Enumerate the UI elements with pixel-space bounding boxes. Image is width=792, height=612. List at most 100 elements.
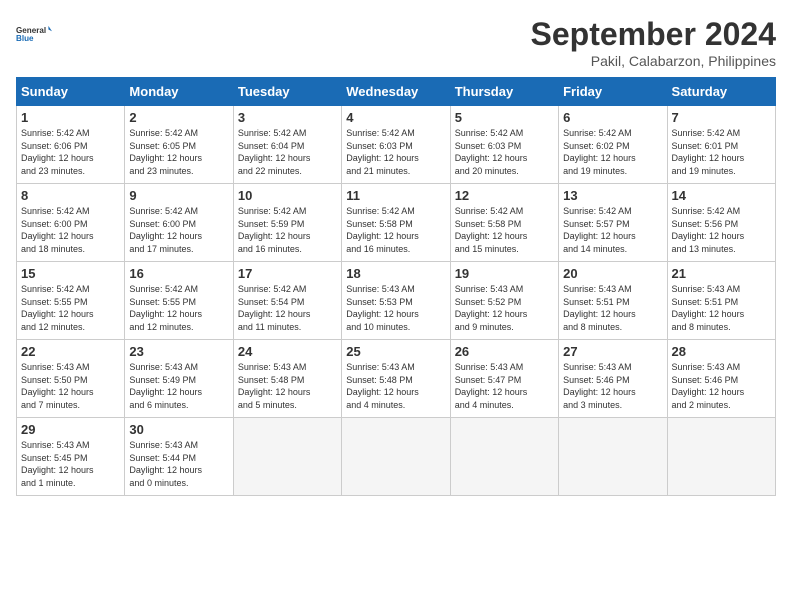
day-info: Sunrise: 5:42 AM Sunset: 6:05 PM Dayligh… [129, 127, 228, 177]
svg-text:General: General [16, 26, 46, 35]
day-number: 27 [563, 344, 662, 359]
day-number: 9 [129, 188, 228, 203]
calendar-day-cell: 6 Sunrise: 5:42 AM Sunset: 6:02 PM Daylig… [559, 106, 667, 184]
calendar-day-cell [233, 418, 341, 496]
calendar-day-cell: 16 Sunrise: 5:42 AM Sunset: 5:55 PM Dayli… [125, 262, 233, 340]
calendar-day-cell: 19 Sunrise: 5:43 AM Sunset: 5:52 PM Dayli… [450, 262, 558, 340]
day-number: 16 [129, 266, 228, 281]
day-info: Sunrise: 5:43 AM Sunset: 5:51 PM Dayligh… [563, 283, 662, 333]
day-info: Sunrise: 5:43 AM Sunset: 5:48 PM Dayligh… [346, 361, 445, 411]
day-number: 26 [455, 344, 554, 359]
day-info: Sunrise: 5:42 AM Sunset: 6:00 PM Dayligh… [21, 205, 120, 255]
day-number: 17 [238, 266, 337, 281]
day-info: Sunrise: 5:43 AM Sunset: 5:46 PM Dayligh… [563, 361, 662, 411]
day-number: 21 [672, 266, 771, 281]
calendar-body: 1Sunrise: 5:42 AM Sunset: 6:06 PM Daylig… [17, 106, 776, 496]
calendar-day-cell [559, 418, 667, 496]
day-info: Sunrise: 5:42 AM Sunset: 6:04 PM Dayligh… [238, 127, 337, 177]
day-info: Sunrise: 5:43 AM Sunset: 5:50 PM Dayligh… [21, 361, 120, 411]
day-number: 6 [563, 110, 662, 125]
day-number: 11 [346, 188, 445, 203]
calendar-day-cell: 21 Sunrise: 5:43 AM Sunset: 5:51 PM Dayli… [667, 262, 775, 340]
day-number: 7 [672, 110, 771, 125]
calendar-day-header: Friday [559, 78, 667, 106]
day-info: Sunrise: 5:43 AM Sunset: 5:52 PM Dayligh… [455, 283, 554, 333]
calendar-day-cell: 10 Sunrise: 5:42 AM Sunset: 5:59 PM Dayli… [233, 184, 341, 262]
calendar-day-cell: 27 Sunrise: 5:43 AM Sunset: 5:46 PM Dayli… [559, 340, 667, 418]
day-info: Sunrise: 5:42 AM Sunset: 6:06 PM Dayligh… [21, 127, 120, 177]
day-info: Sunrise: 5:43 AM Sunset: 5:53 PM Dayligh… [346, 283, 445, 333]
day-number: 2 [129, 110, 228, 125]
day-number: 30 [129, 422, 228, 437]
svg-text:Blue: Blue [16, 34, 34, 43]
calendar-day-cell: 28 Sunrise: 5:43 AM Sunset: 5:46 PM Dayli… [667, 340, 775, 418]
day-number: 29 [21, 422, 120, 437]
calendar-day-header: Thursday [450, 78, 558, 106]
day-info: Sunrise: 5:42 AM Sunset: 5:59 PM Dayligh… [238, 205, 337, 255]
calendar-day-cell [450, 418, 558, 496]
day-info: Sunrise: 5:42 AM Sunset: 5:54 PM Dayligh… [238, 283, 337, 333]
day-info: Sunrise: 5:43 AM Sunset: 5:51 PM Dayligh… [672, 283, 771, 333]
calendar-day-cell: 13 Sunrise: 5:42 AM Sunset: 5:57 PM Dayli… [559, 184, 667, 262]
calendar-day-cell: 26Sunrise: 5:43 AM Sunset: 5:47 PM Dayli… [450, 340, 558, 418]
location: Pakil, Calabarzon, Philippines [531, 53, 776, 69]
day-info: Sunrise: 5:42 AM Sunset: 6:03 PM Dayligh… [455, 127, 554, 177]
calendar-day-cell: 22 Sunrise: 5:43 AM Sunset: 5:50 PM Dayli… [17, 340, 125, 418]
day-info: Sunrise: 5:42 AM Sunset: 6:03 PM Dayligh… [346, 127, 445, 177]
calendar-day-cell: 2 Sunrise: 5:42 AM Sunset: 6:05 PM Daylig… [125, 106, 233, 184]
day-number: 25 [346, 344, 445, 359]
calendar-day-cell: 12 Sunrise: 5:42 AM Sunset: 5:58 PM Dayli… [450, 184, 558, 262]
day-number: 22 [21, 344, 120, 359]
calendar-week-row: 8Sunrise: 5:42 AM Sunset: 6:00 PM Daylig… [17, 184, 776, 262]
day-number: 23 [129, 344, 228, 359]
calendar-day-cell: 17 Sunrise: 5:42 AM Sunset: 5:54 PM Dayli… [233, 262, 341, 340]
day-info: Sunrise: 5:43 AM Sunset: 5:45 PM Dayligh… [21, 439, 120, 489]
day-info: Sunrise: 5:42 AM Sunset: 5:56 PM Dayligh… [672, 205, 771, 255]
day-number: 28 [672, 344, 771, 359]
day-info: Sunrise: 5:42 AM Sunset: 5:57 PM Dayligh… [563, 205, 662, 255]
calendar-day-cell: 5 Sunrise: 5:42 AM Sunset: 6:03 PM Daylig… [450, 106, 558, 184]
calendar-day-header: Monday [125, 78, 233, 106]
day-info: Sunrise: 5:42 AM Sunset: 5:58 PM Dayligh… [346, 205, 445, 255]
calendar-day-header: Wednesday [342, 78, 450, 106]
logo-svg: General Blue [16, 16, 52, 52]
month-title: September 2024 [531, 16, 776, 53]
day-info: Sunrise: 5:43 AM Sunset: 5:44 PM Dayligh… [129, 439, 228, 489]
calendar-day-cell: 30 Sunrise: 5:43 AM Sunset: 5:44 PM Dayli… [125, 418, 233, 496]
calendar-day-cell [667, 418, 775, 496]
calendar-day-cell: 8Sunrise: 5:42 AM Sunset: 6:00 PM Daylig… [17, 184, 125, 262]
calendar-day-cell: 23Sunrise: 5:43 AM Sunset: 5:49 PM Dayli… [125, 340, 233, 418]
day-info: Sunrise: 5:43 AM Sunset: 5:48 PM Dayligh… [238, 361, 337, 411]
day-number: 15 [21, 266, 120, 281]
day-number: 4 [346, 110, 445, 125]
calendar-day-header: Sunday [17, 78, 125, 106]
calendar-day-cell: 7 Sunrise: 5:42 AM Sunset: 6:01 PM Daylig… [667, 106, 775, 184]
calendar-header-row: SundayMondayTuesdayWednesdayThursdayFrid… [17, 78, 776, 106]
day-number: 20 [563, 266, 662, 281]
calendar-day-cell: 1Sunrise: 5:42 AM Sunset: 6:06 PM Daylig… [17, 106, 125, 184]
day-info: Sunrise: 5:43 AM Sunset: 5:46 PM Dayligh… [672, 361, 771, 411]
calendar-table: SundayMondayTuesdayWednesdayThursdayFrid… [16, 77, 776, 496]
calendar-day-cell: 11 Sunrise: 5:42 AM Sunset: 5:58 PM Dayli… [342, 184, 450, 262]
day-info: Sunrise: 5:42 AM Sunset: 5:58 PM Dayligh… [455, 205, 554, 255]
calendar-day-header: Saturday [667, 78, 775, 106]
calendar-day-cell: 15Sunrise: 5:42 AM Sunset: 5:55 PM Dayli… [17, 262, 125, 340]
day-number: 10 [238, 188, 337, 203]
calendar-week-row: 22 Sunrise: 5:43 AM Sunset: 5:50 PM Dayli… [17, 340, 776, 418]
day-number: 12 [455, 188, 554, 203]
day-info: Sunrise: 5:42 AM Sunset: 5:55 PM Dayligh… [129, 283, 228, 333]
logo: General Blue [16, 16, 52, 52]
calendar-day-cell [342, 418, 450, 496]
calendar-day-cell: 25 Sunrise: 5:43 AM Sunset: 5:48 PM Dayli… [342, 340, 450, 418]
day-number: 13 [563, 188, 662, 203]
day-number: 19 [455, 266, 554, 281]
page-header: General Blue September 2024 Pakil, Calab… [16, 16, 776, 69]
day-number: 14 [672, 188, 771, 203]
day-number: 24 [238, 344, 337, 359]
calendar-day-cell: 18Sunrise: 5:43 AM Sunset: 5:53 PM Dayli… [342, 262, 450, 340]
day-info: Sunrise: 5:42 AM Sunset: 6:02 PM Dayligh… [563, 127, 662, 177]
day-info: Sunrise: 5:42 AM Sunset: 6:01 PM Dayligh… [672, 127, 771, 177]
calendar-week-row: 29 Sunrise: 5:43 AM Sunset: 5:45 PM Dayli… [17, 418, 776, 496]
day-number: 5 [455, 110, 554, 125]
day-number: 3 [238, 110, 337, 125]
